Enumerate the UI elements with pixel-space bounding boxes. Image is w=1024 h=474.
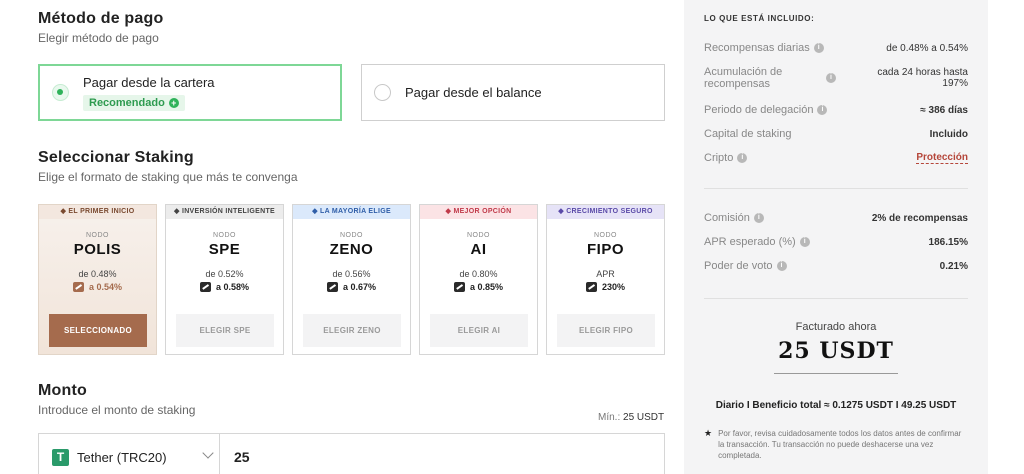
node-label: NODO [340, 232, 363, 239]
summary-row: Acumulación de recompensas i cada 24 hora… [704, 66, 968, 90]
pay-from-wallet-option[interactable]: Pagar desde la cartera Recomendado + [38, 64, 342, 121]
rate-to: a 0.67% [293, 282, 410, 292]
protection-link[interactable]: Protección [916, 152, 968, 164]
select-polis-button[interactable]: SELECCIONADO [49, 314, 147, 347]
info-icon[interactable]: i [813, 43, 824, 53]
staking-card-zeno[interactable]: ◆ LA MAYORÍA ELIGE NODO ZENO de 0.56% a … [292, 204, 411, 355]
amount-subtitle: Introduce el monto de staking [38, 403, 196, 417]
node-label: NODO [86, 232, 109, 239]
node-name: AI [470, 241, 487, 258]
rate-from: APR [596, 269, 615, 279]
divider [704, 298, 968, 299]
rate-from: de 0.80% [459, 269, 498, 279]
card-tag: ◆ CRECIMIENTO SEGURO [547, 205, 664, 219]
amount-title: Monto [38, 382, 87, 399]
billed-underline [774, 373, 898, 374]
choose-zeno-button[interactable]: ELEGIR ZENO [303, 314, 401, 347]
choose-ai-button[interactable]: ELEGIR AI [430, 314, 528, 347]
rate-from: de 0.48% [78, 269, 117, 279]
summary-row: APR esperado (%) i 186.15% [704, 236, 968, 248]
rate-to: a 0.54% [39, 282, 156, 292]
summary-panel: LO QUE ESTÁ INCLUIDO: Recompensas diaria… [684, 0, 988, 474]
summary-row: Periodo de delegación i ≈ 386 días [704, 104, 968, 116]
min-amount: Mín.: 25 USDT [598, 412, 665, 423]
info-icon[interactable]: i [826, 73, 836, 83]
card-tag: ◆ LA MAYORÍA ELIGE [293, 205, 410, 219]
staking-card-spe[interactable]: ◆ INVERSIÓN INTELIGENTE NODO SPE de 0.52… [165, 204, 284, 355]
main-panel: Método de pago Elegir método de pago Pag… [0, 0, 684, 474]
pay-wallet-label: Pagar desde la cartera [83, 74, 215, 90]
rate-from: de 0.56% [332, 269, 371, 279]
info-icon[interactable]: i [753, 213, 764, 223]
summary-row: Poder de voto i 0.21% [704, 260, 968, 272]
plus-circle-icon: + [168, 97, 179, 108]
trend-up-icon [453, 282, 465, 292]
chevron-down-icon[interactable] [202, 447, 214, 459]
staking-card-polis[interactable]: ◆ EL PRIMER INICIO NODO POLIS de 0.48% a… [38, 204, 157, 355]
payment-subtitle: Elegir método de pago [38, 31, 159, 45]
staking-card-fipo[interactable]: ◆ CRECIMIENTO SEGURO NODO FIPO APR 230% … [546, 204, 665, 355]
staking-title: Seleccionar Staking [38, 149, 194, 166]
pay-balance-label: Pagar desde el balance [405, 85, 542, 100]
pay-from-balance-option[interactable]: Pagar desde el balance [361, 64, 665, 121]
node-label: NODO [213, 232, 236, 239]
node-name: SPE [208, 241, 241, 258]
star-icon: ★ [704, 428, 713, 438]
node-name: POLIS [73, 241, 122, 258]
trend-up-icon [585, 282, 597, 292]
trend-up-icon [326, 282, 338, 292]
billed-label: Facturado ahora [795, 321, 877, 333]
summary-row: Capital de staking Incluido [704, 128, 968, 140]
node-name: FIPO [586, 241, 624, 258]
info-icon[interactable]: i [737, 153, 748, 163]
radio-selected-icon[interactable] [52, 84, 69, 101]
confirm-note: ★ Por favor, revisa cuidadosamente todos… [704, 428, 962, 460]
rate-to: 230% [547, 282, 664, 292]
recommended-label: Recomendado [89, 96, 165, 109]
staking-card-ai[interactable]: ◆ MEJOR OPCIÓN NODO AI de 0.80% a 0.85% … [419, 204, 538, 355]
info-icon[interactable]: i [776, 261, 787, 271]
info-icon[interactable]: i [799, 237, 810, 247]
rate-to: a 0.85% [420, 282, 537, 292]
trend-up-icon [72, 282, 84, 292]
summary-row: Comisión i 2% de recompensas [704, 212, 968, 224]
tether-icon: T [52, 449, 69, 466]
choose-fipo-button[interactable]: ELEGIR FIPO [557, 314, 655, 347]
summary-row: Recompensas diarias i de 0.48% a 0.54% [704, 42, 968, 54]
node-name: ZENO [329, 241, 374, 258]
divider [704, 188, 968, 189]
amount-input[interactable]: 25 [234, 449, 250, 465]
node-label: NODO [594, 232, 617, 239]
divider [219, 434, 220, 474]
summary-row: Cripto i Protección [704, 152, 968, 164]
summary-heading: LO QUE ESTÁ INCLUIDO: [704, 14, 815, 23]
billed-value: 25 USDT [778, 338, 894, 364]
payment-title: Método de pago [38, 10, 164, 27]
amount-field[interactable]: T Tether (TRC20) 25 [38, 433, 665, 474]
page-margin [988, 0, 1024, 474]
rate-from: de 0.52% [205, 269, 244, 279]
card-tag: ◆ INVERSIÓN INTELIGENTE [166, 205, 283, 219]
info-icon[interactable]: i [817, 105, 828, 115]
card-tag: ◆ EL PRIMER INICIO [39, 205, 156, 219]
staking-page: Método de pago Elegir método de pago Pag… [0, 0, 1024, 474]
card-tag: ◆ MEJOR OPCIÓN [420, 205, 537, 219]
trend-up-icon [199, 282, 211, 292]
recommended-badge: Recomendado + [83, 94, 185, 111]
rate-to: a 0.58% [166, 282, 283, 292]
daily-profit: Diario I Beneficio total ≈ 0.1275 USDT I… [715, 400, 957, 411]
radio-empty-icon[interactable] [374, 84, 391, 101]
staking-subtitle: Elige el formato de staking que más te c… [38, 170, 298, 184]
choose-spe-button[interactable]: ELEGIR SPE [176, 314, 274, 347]
node-label: NODO [467, 232, 490, 239]
coin-select[interactable]: Tether (TRC20) [77, 450, 167, 465]
